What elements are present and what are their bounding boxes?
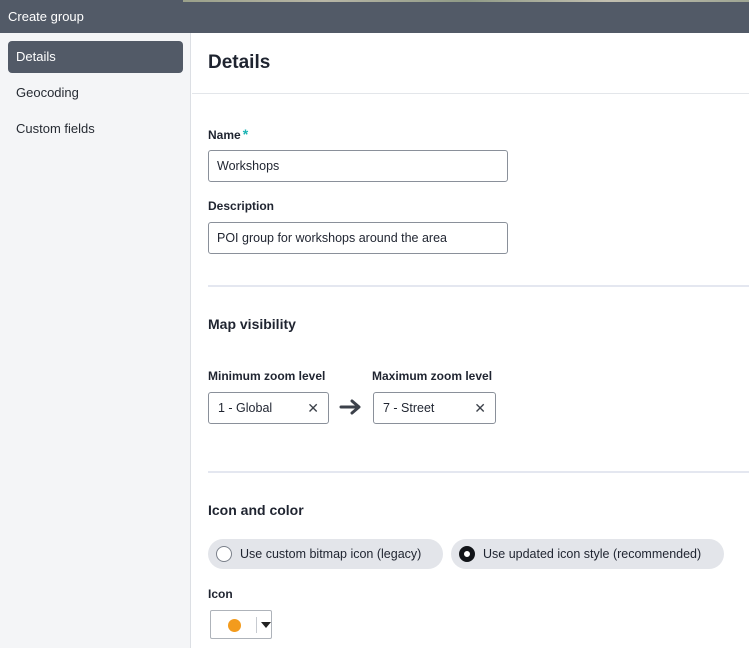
description-field[interactable]: POI group for workshops around the area [208,222,508,254]
section-divider [208,285,749,287]
description-field-value: POI group for workshops around the area [217,231,447,245]
name-field[interactable]: Workshops [208,150,508,182]
clear-icon[interactable]: ✕ [474,393,486,423]
sidebar-item-label: Geocoding [16,85,79,100]
radio-label: Use custom bitmap icon (legacy) [240,547,422,561]
min-zoom-select[interactable]: 1 - Global ✕ [208,392,329,424]
icon-and-color-title: Icon and color [208,502,304,518]
sidebar: Details Geocoding Custom fields [0,33,191,648]
max-zoom-label: Maximum zoom level [372,369,493,383]
name-label: Name * [208,126,248,142]
radio-button[interactable] [216,546,232,562]
background-strip [183,0,749,2]
sidebar-item-label: Details [16,49,56,64]
window-title: Create group [8,9,84,24]
radio-label: Use updated icon style (recommended) [483,547,702,561]
icon-label: Icon [208,587,233,601]
name-field-value: Workshops [217,159,280,173]
sidebar-item-custom-fields[interactable]: Custom fields [8,113,183,145]
sidebar-item-geocoding[interactable]: Geocoding [8,77,183,109]
radio-updated-style[interactable]: Use updated icon style (recommended) [451,539,724,569]
chevron-down-icon[interactable] [261,622,271,628]
page-title: Details [208,52,271,73]
radio-legacy-bitmap[interactable]: Use custom bitmap icon (legacy) [208,539,443,569]
sidebar-item-label: Custom fields [16,121,95,136]
circle-icon [228,619,241,632]
name-label-text: Name [208,128,241,142]
main-panel: Details Name * Workshops Description POI … [192,33,749,648]
title-divider [192,93,749,94]
description-label: Description [208,199,275,213]
icon-picker[interactable] [210,610,272,639]
arrow-right-icon [339,399,361,415]
sidebar-item-details[interactable]: Details [8,41,183,73]
radio-button-selected[interactable] [459,546,475,562]
min-zoom-value: 1 - Global [218,401,273,415]
max-zoom-value: 7 - Street [383,401,435,415]
required-indicator: * [242,126,249,142]
min-zoom-label: Minimum zoom level [208,369,326,383]
window-titlebar: Create group [0,0,749,33]
map-visibility-title: Map visibility [208,316,296,332]
max-zoom-select[interactable]: 7 - Street ✕ [373,392,496,424]
clear-icon[interactable]: ✕ [307,393,319,423]
picker-divider [256,617,257,633]
section-divider [208,471,749,473]
